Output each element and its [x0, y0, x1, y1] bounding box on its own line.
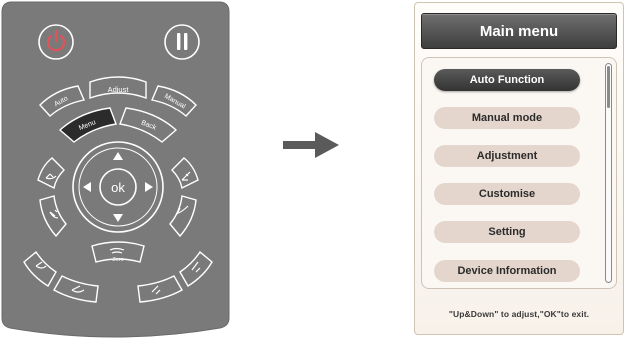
main-menu-panel: Main menu Auto Function Manual mode Adju… [414, 2, 624, 335]
menu-item-customise[interactable]: Customise [434, 183, 580, 205]
menu-hint-text: "Up&Down" to adjust,"OK"to exit. [448, 309, 590, 319]
ok-label: ok [111, 180, 125, 195]
scrollbar[interactable] [605, 63, 612, 283]
scrollbar-thumb[interactable] [607, 66, 610, 108]
right-arrow-icon [281, 130, 341, 160]
zero-button[interactable]: Zero [91, 241, 145, 263]
adjust-label: Adjust [108, 85, 130, 94]
menu-list: Auto Function Manual mode Adjustment Cus… [421, 57, 617, 289]
menu-item-auto-function[interactable]: Auto Function [434, 69, 580, 91]
menu-item-device-information[interactable]: Device Information [434, 260, 580, 282]
menu-item-manual-mode[interactable]: Manual mode [434, 107, 580, 129]
zero-label: Zero [112, 257, 123, 263]
pause-button[interactable] [164, 24, 200, 60]
power-button[interactable] [38, 24, 74, 60]
remote-control: Adjust Auto Manual Menu Back ok Zero [0, 0, 231, 345]
menu-item-setting[interactable]: Setting [434, 221, 580, 243]
ok-button[interactable]: ok [99, 168, 137, 206]
menu-item-adjustment[interactable]: Adjustment [434, 145, 580, 167]
menu-title: Main menu [421, 13, 617, 49]
